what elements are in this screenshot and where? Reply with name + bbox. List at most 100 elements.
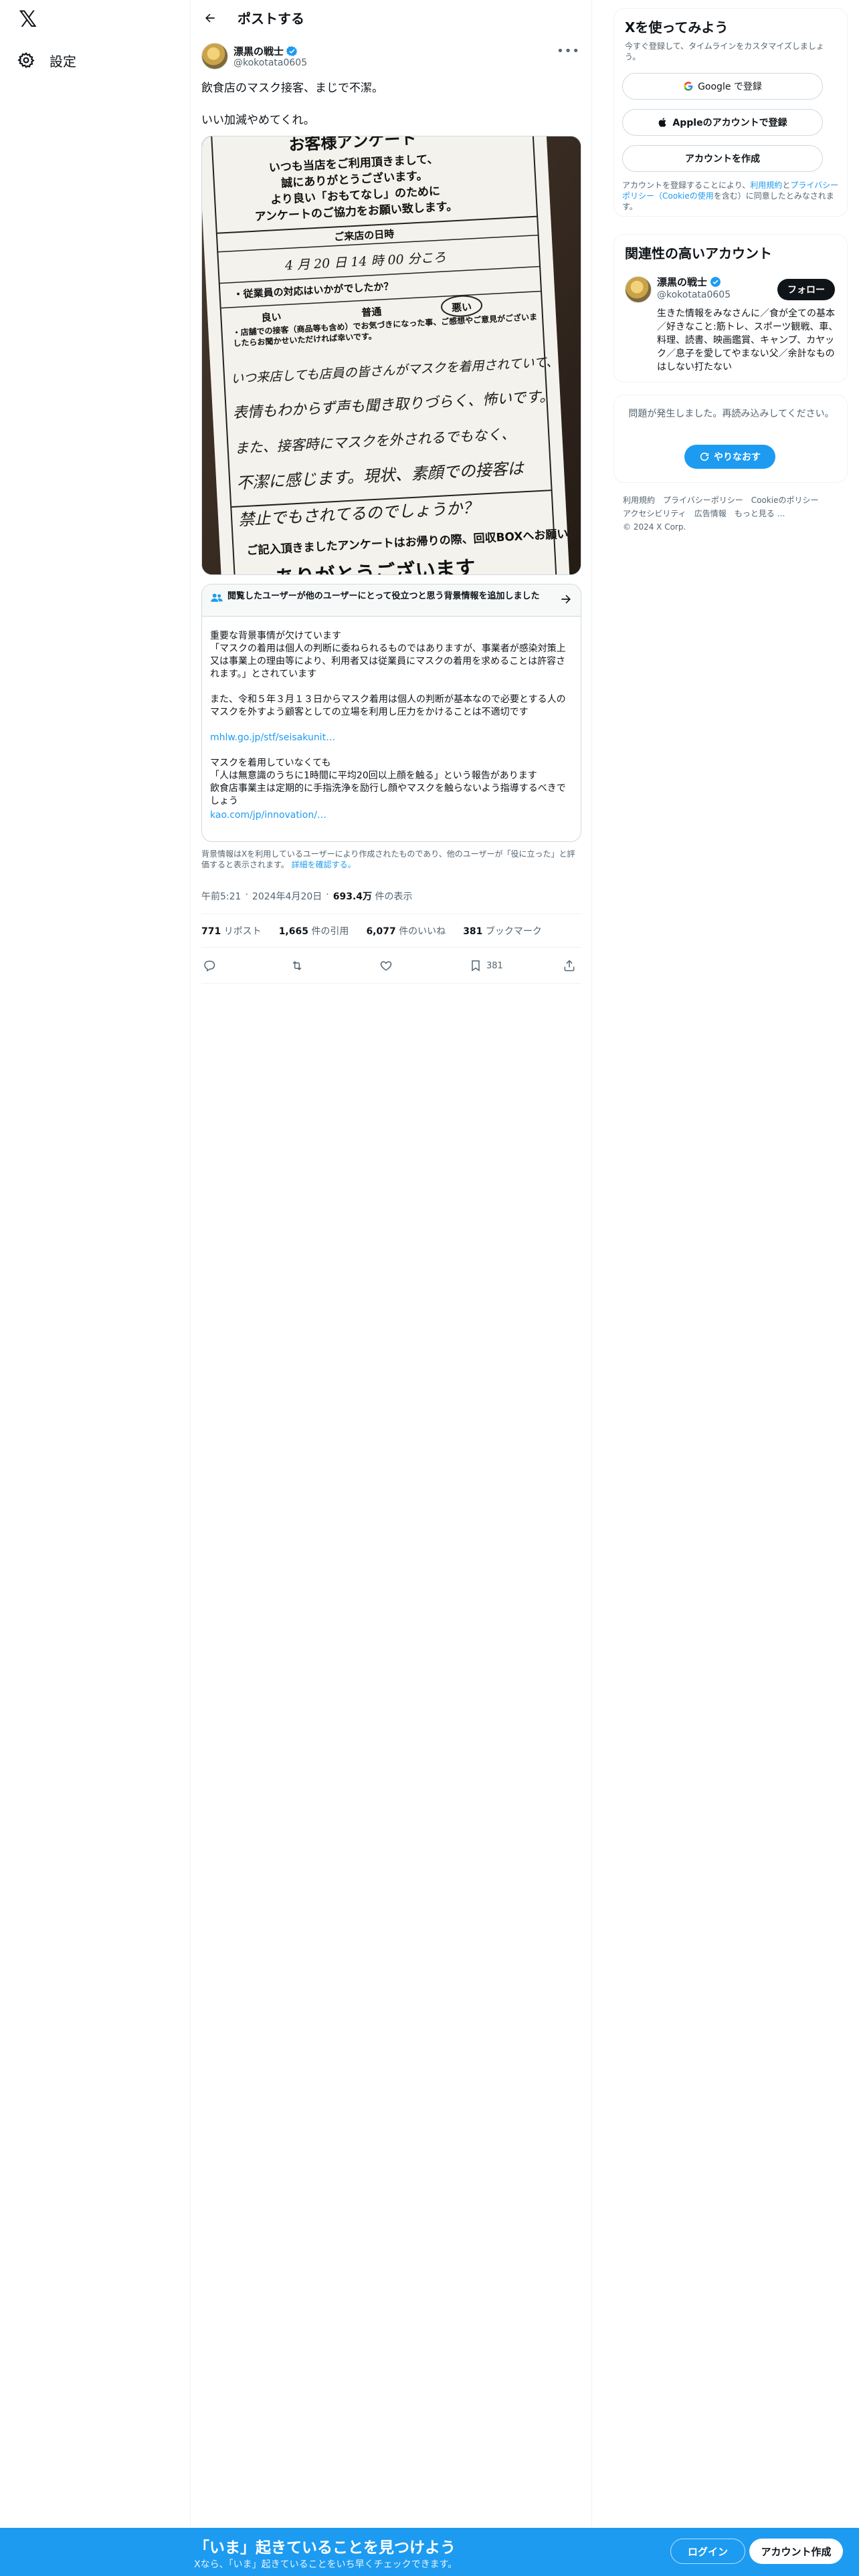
login-button[interactable]: ログイン [670,2539,745,2564]
post-date[interactable]: 2024年4月20日 [252,889,322,903]
post-text: 飲食店のマスク接客、まじで不潔。 いい加減やめてくれ。 [201,82,383,127]
banner-subtitle: Xなら、「いま」起きていることをいち早くチェックできます。 [194,2559,458,2570]
note-footer-text: 背景情報はXを利用しているユーザーにより作成されたものであり、他のユーザーが「役… [201,849,575,869]
footer-link[interactable]: もっと見る … [735,507,785,520]
likes-stat[interactable]: 6,077 件のいいね [366,924,446,938]
heart-icon [380,961,392,971]
gear-icon [17,52,35,68]
views-stat: 693.4万 件の表示 [333,889,413,903]
note-learn-more-link[interactable]: 詳細を確認する。 [292,860,356,869]
terms-text: アカウントを登録することにより、 [622,181,751,190]
bookmark-button[interactable]: 381 [469,959,503,972]
community-note-body: 重要な背景事情が欠けています 「マスクの着用は個人の判断に委ねられるものではあり… [210,630,574,835]
survey-card-photo: お客様アンケート いつも当店をご利用頂きまして、 誠にありがとうございます。 よ… [202,136,581,574]
views-count: 693.4万 [332,891,373,902]
post-time[interactable]: 午前5:21 [201,889,241,903]
cookie-use-link[interactable]: （Cookieの使用 [654,191,714,201]
avatar[interactable] [201,43,228,70]
post-detail-column: ポストする 漂黒の戦士 @kokotata0605 ••• 飲食店のマスク接客、… [191,0,592,2528]
arrow-right-icon [561,595,571,604]
reposts-label: リポスト [223,926,262,937]
bookmarks-label: ブックマーク [485,926,542,937]
author-handle[interactable]: @kokotata0605 [233,58,307,68]
community-note[interactable]: 閲覧したユーザーが他のユーザーにとって役立つと思う背景情報を追加しました 重要な… [201,584,581,842]
signup-button[interactable]: アカウント作成 [749,2539,843,2564]
repost-icon [292,961,302,970]
refresh-icon [700,452,709,461]
reposts-stat[interactable]: 771 リポスト [201,924,262,938]
signup-terms: アカウントを登録することにより、利用規約とプライバシーポリシー（Cookieの使… [622,180,840,212]
bookmark-count: 381 [486,960,503,971]
apple-signup-label: Appleのアカウントで登録 [672,118,787,128]
community-note-title: 閲覧したユーザーが他のユーザーにとって役立つと思う背景情報を追加しました [227,591,540,601]
survey-option-normal: 普通 [361,306,382,319]
divider [201,947,581,948]
verified-badge-icon [710,277,721,287]
left-nav: 𝕏 設定 [0,0,191,2528]
share-button[interactable] [563,959,576,972]
footer-link[interactable]: アクセシビリティ [623,507,686,520]
verified-badge-icon [286,46,298,56]
footer-link[interactable]: プライバシーポリシー [663,494,743,507]
copyright: © 2024 X Corp. [623,522,686,532]
trends-error-card: 問題が発生しました。再読み込みしてください。 やりなおす [613,395,848,483]
quotes-count: 1,665 [278,926,308,937]
terms-link[interactable]: 利用規約 [750,181,782,190]
related-handle[interactable]: @kokotata0605 [657,290,731,300]
likes-label: 件のいいね [399,926,446,937]
bookmark-icon [472,960,480,972]
related-bio: 生きた情報をみなさんに／食が全ての基本／好きなこと:筋トレ、スポーツ観戦、車、料… [657,308,838,372]
related-title: 関連性の高いアカウント [625,245,772,261]
quotes-stat[interactable]: 1,665 件の引用 [279,924,349,938]
post-header: ポストする [191,0,592,35]
create-account-label: アカウントを作成 [685,154,760,165]
note-paragraph: また、令和５年３月１３日からマスク着用は個人の判断が基本なので必要とする人のマス… [210,694,566,718]
community-note-header[interactable]: 閲覧したユーザーが他のユーザーにとって役立つと思う背景情報を追加しました [202,584,581,617]
x-logo-icon[interactable]: 𝕏 [19,8,41,31]
create-account-button[interactable]: アカウントを作成 [622,145,823,172]
footer-link[interactable]: Cookieのポリシー [751,494,819,507]
reposts-count: 771 [201,926,221,937]
survey-option-good: 良い [261,311,282,324]
signup-card: Xを使ってみよう 今すぐ登録して、タイムラインをカスタマイズしましょう。 Goo… [613,8,848,217]
repost-button[interactable] [290,959,304,972]
page-title: ポストする [237,11,304,27]
signup-subtitle: 今すぐ登録して、タイムラインをカスタマイズしましょう。 [625,41,824,62]
like-button[interactable] [379,959,393,972]
more-options-icon[interactable]: ••• [557,44,580,58]
note-link-kao[interactable]: kao.com/jp/innovation/… [210,809,574,822]
post-actions: 381 [201,955,581,979]
arrow-left-icon [205,13,215,23]
quotes-label: 件の引用 [311,926,349,937]
note-paragraph: マスクを着用していなくても 「人は無意識のうちに1時間に平均20回以上顔を触る」… [210,758,566,807]
signup-title: Xを使ってみよう [625,19,729,35]
signup-banner: 「いま」起きていることを見つけよう Xなら、「いま」起きていることをいち早くチェ… [0,2528,859,2576]
banner-title: 「いま」起きていることを見つけよう [194,2539,456,2557]
nav-settings-link[interactable]: 設定 [17,44,76,76]
post-stats: 771 リポスト 1,665 件の引用 6,077 件のいいね 381 ブックマ… [201,924,581,938]
author-name-row[interactable]: 漂黒の戦士 [233,44,298,58]
sidebar-footer: 利用規約 プライバシーポリシー Cookieのポリシー アクセシビリティ 広告情… [623,494,844,534]
separator-dot: · [245,889,248,900]
note-paragraph: 重要な背景事情が欠けています 「マスクの着用は個人の判断に委ねられるものではあり… [210,631,566,679]
terms-text: と [782,181,791,190]
google-signup-button[interactable]: Google で登録 [622,73,823,100]
related-name-row[interactable]: 漂黒の戦士 [657,275,721,289]
divider [201,983,581,984]
avatar[interactable] [625,276,652,303]
back-button[interactable] [200,8,220,28]
retry-button[interactable]: やりなおす [684,445,775,469]
footer-link[interactable]: 利用規約 [623,494,655,507]
author-name: 漂黒の戦士 [233,45,284,58]
apple-icon [659,118,666,127]
footer-link[interactable]: 広告情報 [694,507,727,520]
follow-button[interactable]: フォロー [777,279,835,300]
apple-signup-button[interactable]: Appleのアカウントで登録 [622,109,823,136]
reply-button[interactable] [203,959,216,972]
post-timestamp: 午前5:21 · 2024年4月20日 · 693.4万 件の表示 [201,889,581,903]
survey-option-bad: 悪い [452,301,472,314]
note-link-mhlw[interactable]: mhlw.go.jp/stf/seisakunit… [210,732,574,744]
post-image[interactable]: お客様アンケート いつも当店をご利用頂きまして、 誠にありがとうございます。 よ… [201,136,581,575]
bookmarks-stat[interactable]: 381 ブックマーク [463,924,542,938]
retry-label: やりなおす [714,452,761,463]
